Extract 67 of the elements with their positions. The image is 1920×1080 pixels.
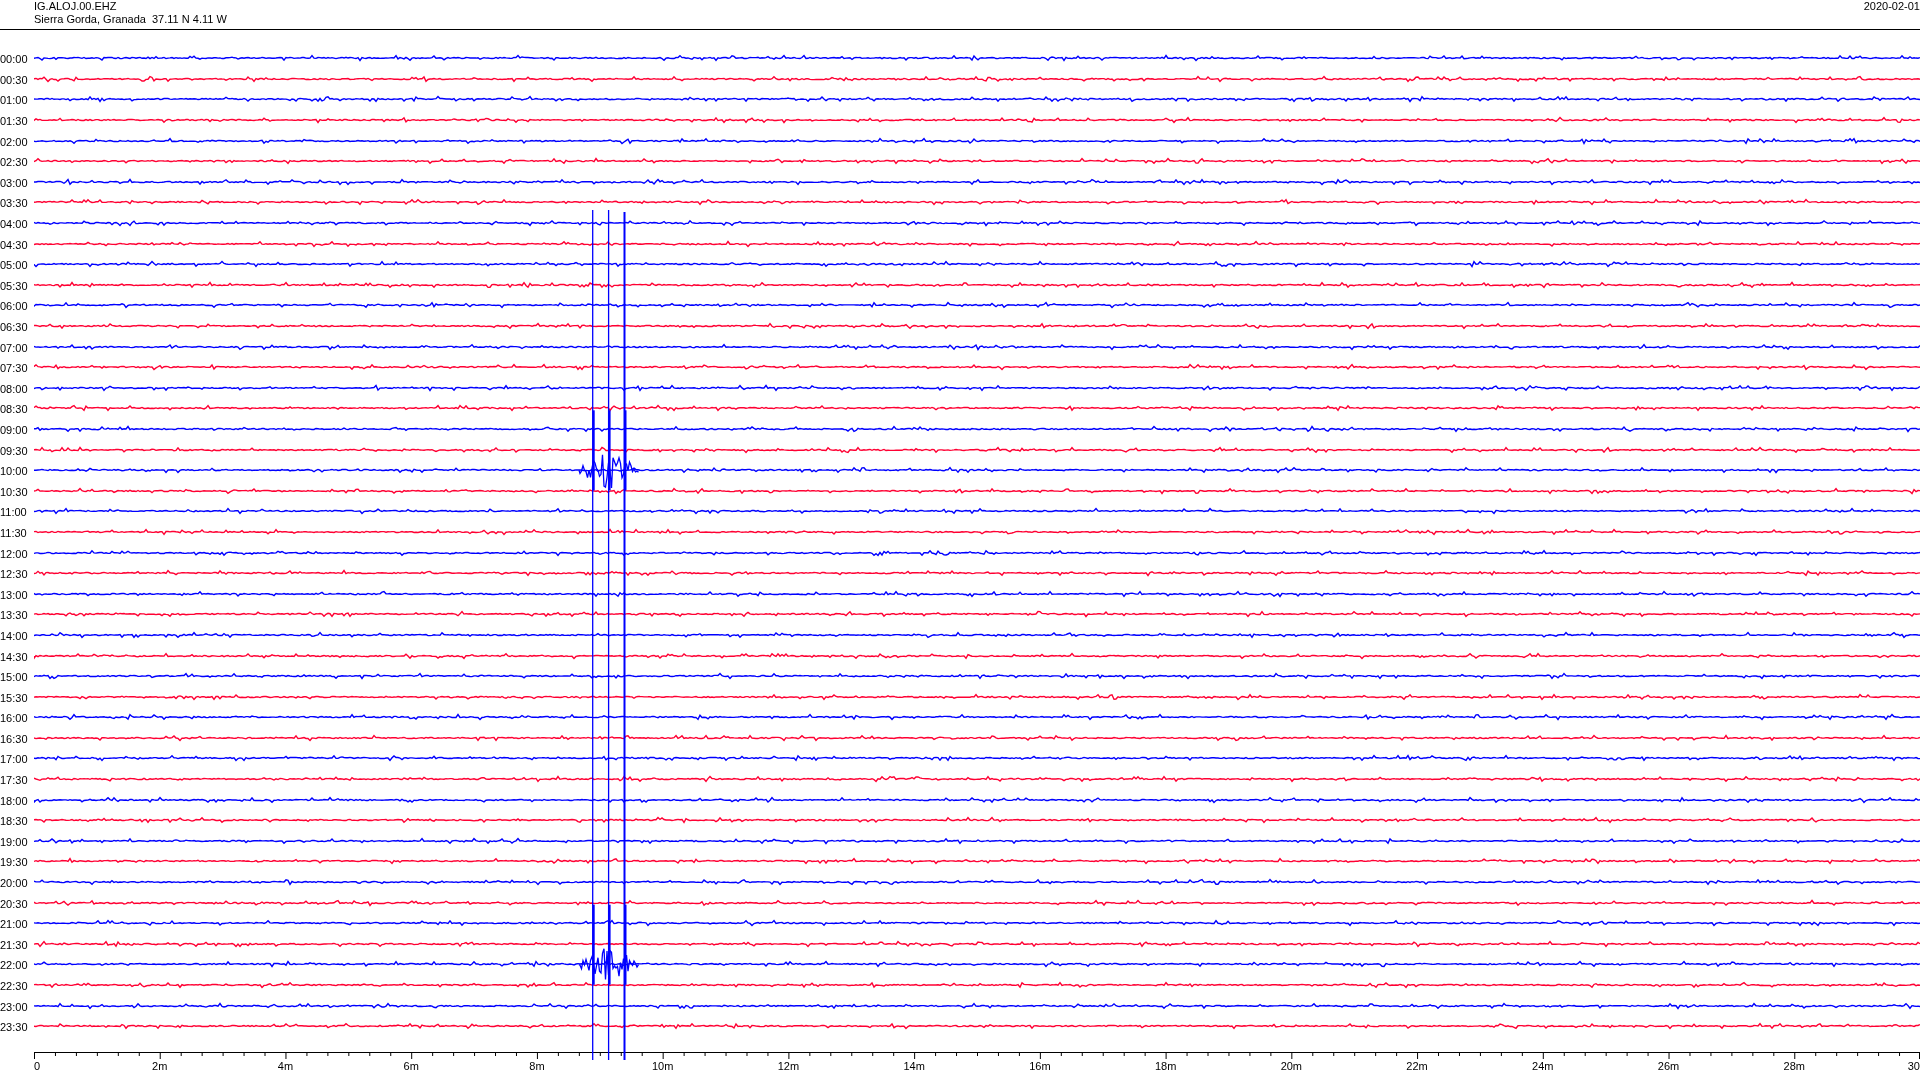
- time-label: 09:30: [0, 444, 28, 457]
- time-label: 03:30: [0, 197, 28, 210]
- time-label: 21:00: [0, 918, 28, 931]
- trace-date: 2020-02-01: [1863, 0, 1920, 13]
- axis-tick-label: 2m: [152, 1060, 168, 1072]
- time-label: 15:30: [0, 691, 28, 704]
- axis-tick-label: 10m: [651, 1060, 674, 1072]
- time-label: 06:00: [0, 300, 28, 313]
- time-label: 22:30: [0, 980, 28, 992]
- time-label: 14:30: [0, 650, 28, 663]
- time-label: 22:00: [0, 959, 28, 972]
- time-label: 13:00: [0, 588, 28, 601]
- time-label: 06:30: [0, 321, 28, 333]
- time-label: 02:00: [0, 135, 28, 148]
- time-label: 07:30: [0, 362, 28, 375]
- time-label: 00:30: [0, 73, 28, 86]
- time-label: 01:30: [0, 115, 28, 128]
- axis-tick-label: 18m: [1154, 1060, 1177, 1072]
- time-label: 02:30: [0, 156, 28, 169]
- axis-tick-label: 20m: [1280, 1060, 1303, 1072]
- time-label: 23:00: [0, 1000, 28, 1013]
- axis-tick-label: 16m: [1029, 1060, 1051, 1072]
- time-label: 04:00: [0, 218, 28, 231]
- time-label: 18:30: [0, 815, 28, 828]
- time-label: 20:00: [0, 877, 28, 890]
- axis-tick-label: 12m: [777, 1060, 800, 1072]
- time-label: 12:00: [0, 547, 28, 560]
- time-label: 04:30: [0, 238, 28, 251]
- time-label: 14:00: [0, 629, 28, 642]
- time-label: 05:00: [0, 259, 28, 272]
- station-location: Sierra Gorda, Granada 37.11 N 4.11 W: [34, 13, 227, 26]
- time-label: 10:00: [0, 465, 28, 478]
- axis-tick-label: 8m: [529, 1060, 545, 1072]
- time-label: 07:00: [0, 341, 28, 354]
- time-label: 11:00: [0, 506, 27, 519]
- time-label: 21:30: [0, 938, 28, 951]
- axis-tick-label: 22m: [1406, 1060, 1428, 1072]
- time-label: 09:00: [0, 424, 28, 436]
- axis-tick-label: 24m: [1532, 1060, 1554, 1072]
- axis-tick-label: 0: [33, 1060, 41, 1072]
- time-label: 08:30: [0, 403, 28, 416]
- time-label: 05:30: [0, 279, 28, 292]
- time-label: 17:00: [0, 753, 28, 766]
- time-label: 15:00: [0, 671, 28, 684]
- time-label: 19:30: [0, 856, 28, 869]
- time-label: 19:00: [0, 835, 28, 848]
- time-label: 12:30: [0, 568, 28, 581]
- time-label: 16:30: [0, 732, 28, 745]
- time-label: 10:30: [0, 485, 28, 498]
- time-label: 18:00: [0, 794, 28, 807]
- time-label: 00:00: [0, 53, 28, 66]
- time-label: 11:30: [0, 526, 27, 539]
- axis-tick-label: 6m: [403, 1060, 419, 1072]
- time-label: 01:00: [0, 94, 28, 107]
- time-label: 08:00: [0, 382, 28, 395]
- time-label: 17:30: [0, 774, 28, 787]
- axis-tick-label: 4m: [277, 1060, 294, 1072]
- time-label: 13:30: [0, 609, 28, 622]
- time-label: 23:30: [0, 1021, 28, 1034]
- time-label: 16:00: [0, 712, 28, 725]
- axis-tick-label: 30: [1907, 1060, 1920, 1072]
- axis-tick-label: 26m: [1657, 1060, 1680, 1072]
- axis-tick-label: 14m: [903, 1060, 925, 1072]
- axis-tick-label: 28m: [1783, 1060, 1805, 1072]
- time-label: 03:00: [0, 176, 28, 189]
- time-label: 20:30: [0, 897, 28, 910]
- station-code: IG.ALOJ.00.EHZ: [34, 0, 118, 13]
